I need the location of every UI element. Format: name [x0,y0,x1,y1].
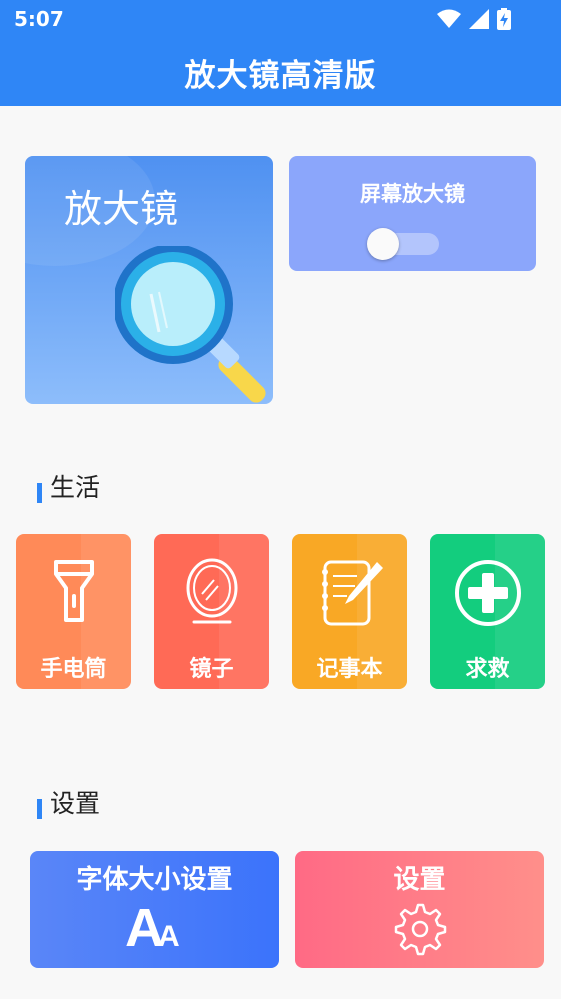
font-size-icon-small-letter: A [158,920,180,953]
section-indicator [37,483,42,503]
app-header: 5:07 放大镜高清版 [0,0,561,106]
tile-label: 手电筒 [40,657,107,682]
gear-icon [394,903,446,956]
toggle-knob [367,228,399,260]
font-size-settings-label: 字体大小设置 [76,865,233,895]
tile-label: 镜子 [189,657,234,682]
screen-magnifier-toggle[interactable] [367,228,439,260]
font-size-settings-button[interactable]: 字体大小设置 AA [30,851,279,968]
tile-mirror[interactable]: 镜子 [154,534,269,689]
section-title-life: 生活 [50,473,101,502]
tile-flashlight[interactable]: 手电筒 [16,534,131,689]
tile-label: 求救 [465,657,510,682]
tile-sos[interactable]: 求救 [430,534,545,689]
wifi-icon [437,9,461,28]
notebook-icon [321,560,383,626]
flashlight-icon [53,560,94,622]
font-size-icon: AA [125,897,180,959]
section-indicator [37,799,42,819]
tile-label: 记事本 [316,657,383,682]
status-time: 5:07 [14,7,64,31]
magnifier-card[interactable]: 放大镜 [25,156,273,404]
mirror-icon [186,558,237,624]
magnifier-label: 放大镜 [64,187,179,231]
status-icons [437,8,523,30]
screen-magnifier-card: 屏幕放大镜 [289,156,536,271]
magnifying-glass-icon [115,246,266,403]
screen-magnifier-label: 屏幕放大镜 [360,182,465,206]
battery-charging-icon [497,8,511,30]
tile-notebook[interactable]: 记事本 [292,534,407,689]
section-title-settings: 设置 [50,789,101,818]
settings-button[interactable]: 设置 [295,851,544,968]
settings-label: 设置 [393,865,446,895]
app-title: 放大镜高清版 [184,58,377,94]
sos-plus-icon [454,560,521,626]
signal-icon [469,9,489,29]
